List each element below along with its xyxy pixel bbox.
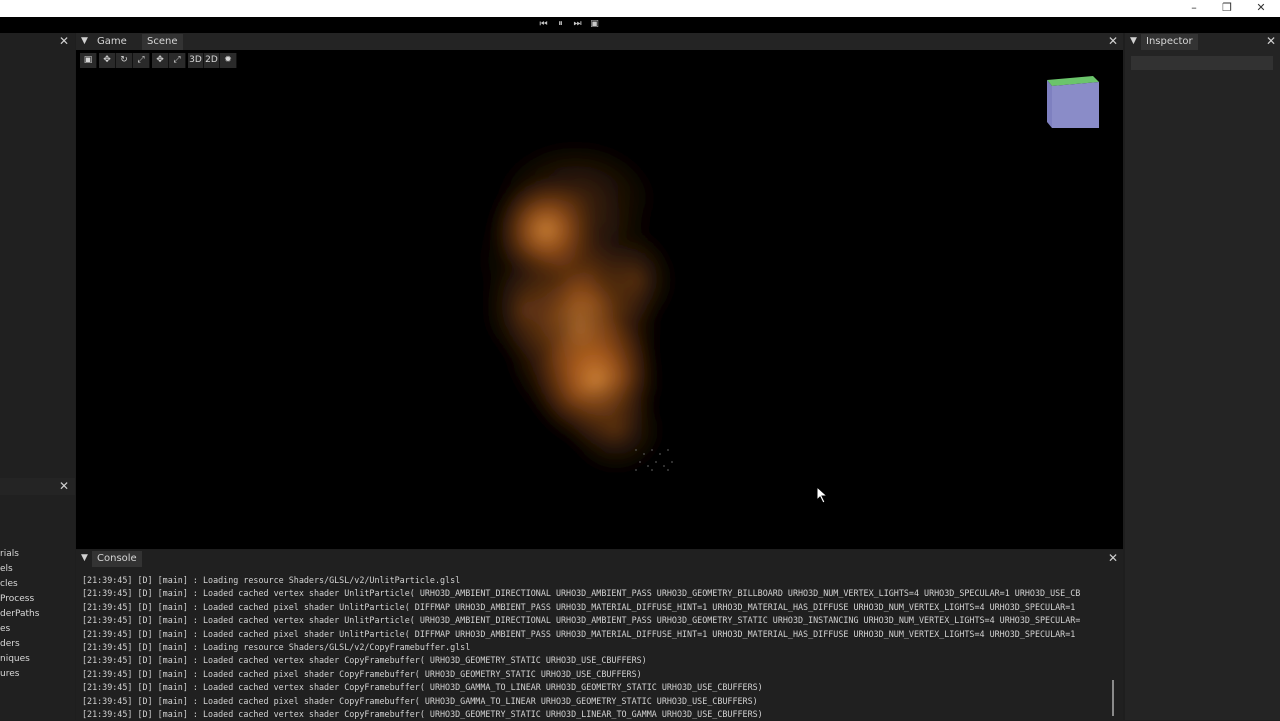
inspector-panel: ▼ Inspector ✕ [1125,33,1280,720]
panel-menu-icon[interactable]: ▼ [81,36,88,46]
resource-list-item[interactable]: ures [0,667,75,682]
close-icon[interactable]: ✕ [1264,34,1278,48]
console-scrollbar[interactable] [1112,680,1114,716]
console-line: [21:39:45] [D] [main] : Loaded cached ve… [82,708,763,719]
console-line: [21:39:45] [D] [main] : Loaded cached pi… [82,668,642,679]
console-panel: ▼ Console ✕ [21:39:45] [D] [main] : Load… [76,550,1123,720]
fit-icon[interactable]: ⤢ [169,53,186,68]
mouse-cursor-icon [816,486,829,504]
close-icon[interactable]: ✕ [57,34,71,48]
scale-icon[interactable]: ⤢ [133,53,150,68]
tab-inspector[interactable]: Inspector [1141,34,1198,50]
viewport-panel-header: ▼ Game Scene ✕ [76,33,1123,50]
scene-viewport[interactable]: ▣ ✥ ↻ ⤢ ✥ ⤢ 3D 2D ✹ [76,50,1123,549]
toolbar-band [0,17,1280,33]
resource-list-item[interactable]: es [0,622,75,637]
resource-list-item[interactable]: ders [0,637,75,652]
console-line: [21:39:45] [D] [main] : Loaded cached pi… [82,601,1076,612]
console-line: [21:39:45] [D] [main] : Loading resource… [82,641,471,652]
console-line: [21:39:45] [D] [main] : Loaded cached pi… [82,695,758,706]
viewport-toolbar: ▣ ✥ ↻ ⤢ ✥ ⤢ 3D 2D ✹ [80,53,237,68]
resource-list-item[interactable]: cles [0,577,75,592]
skip-back-icon[interactable]: ⏮ [536,18,551,31]
console-line: [21:39:45] [D] [main] : Loading resource… [82,575,461,585]
tab-scene[interactable]: Scene [142,34,183,50]
resource-list: rials els cles Process derPaths es ders niques u… [0,547,75,682]
console-log: [21:39:45] [D] [main] : Loading resource… [82,574,1114,721]
title-bar: – ❐ ✕ [0,0,1280,17]
console-line: [21:39:45] [D] [main] : Loaded cached ve… [82,588,1081,599]
step-forward-icon[interactable]: ⏭ [570,18,585,31]
rotate-icon[interactable]: ↻ [116,53,133,68]
minimize-icon[interactable]: – [1179,0,1209,17]
close-icon[interactable]: ✕ [1106,551,1120,565]
resource-list-item[interactable]: rials [0,547,75,562]
resource-list-item[interactable]: els [0,562,75,577]
resource-list-item[interactable]: derPaths [0,607,75,622]
resource-list-item[interactable]: niques [0,652,75,667]
orientation-gizmo-cube[interactable] [1042,72,1102,132]
console-line: [21:39:45] [D] [main] : Loaded cached pi… [82,628,1076,639]
panel-menu-icon[interactable]: ▼ [81,553,88,563]
particle-fire-effect [461,130,681,480]
playback-controls: ⏮ ⏸ ⏭ ▣ [536,18,602,31]
console-line: [21:39:45] [D] [main] : Loaded cached ve… [82,682,763,693]
restore-icon[interactable]: ❐ [1212,0,1242,17]
move-icon[interactable]: ✥ [99,53,116,68]
console-line: [21:39:45] [D] [main] : Loaded cached ve… [82,615,1081,626]
close-icon[interactable]: ✕ [1106,34,1120,48]
hierarchy-panel: ✕ ✕ rials els cles Process derPaths es ders niq… [0,33,75,720]
mode-2d-button[interactable]: 2D [204,53,220,68]
debug-icon[interactable]: ✹ [220,53,237,68]
resource-list-item[interactable]: Process [0,592,75,607]
close-icon[interactable]: ✕ [57,479,71,493]
tab-console[interactable]: Console [92,551,142,567]
console-line: [21:39:45] [D] [main] : Loaded cached ve… [82,655,647,666]
save-icon[interactable]: ▣ [587,18,602,31]
tab-game[interactable]: Game [92,34,132,50]
panel-menu-icon[interactable]: ▼ [1130,36,1137,46]
close-icon[interactable]: ✕ [1246,0,1276,17]
save-icon[interactable]: ▣ [80,53,97,68]
mode-3d-button[interactable]: 3D [188,53,204,68]
pause-icon[interactable]: ⏸ [553,18,568,31]
pan-icon[interactable]: ✥ [152,53,169,68]
inspector-search-field[interactable] [1131,56,1273,70]
